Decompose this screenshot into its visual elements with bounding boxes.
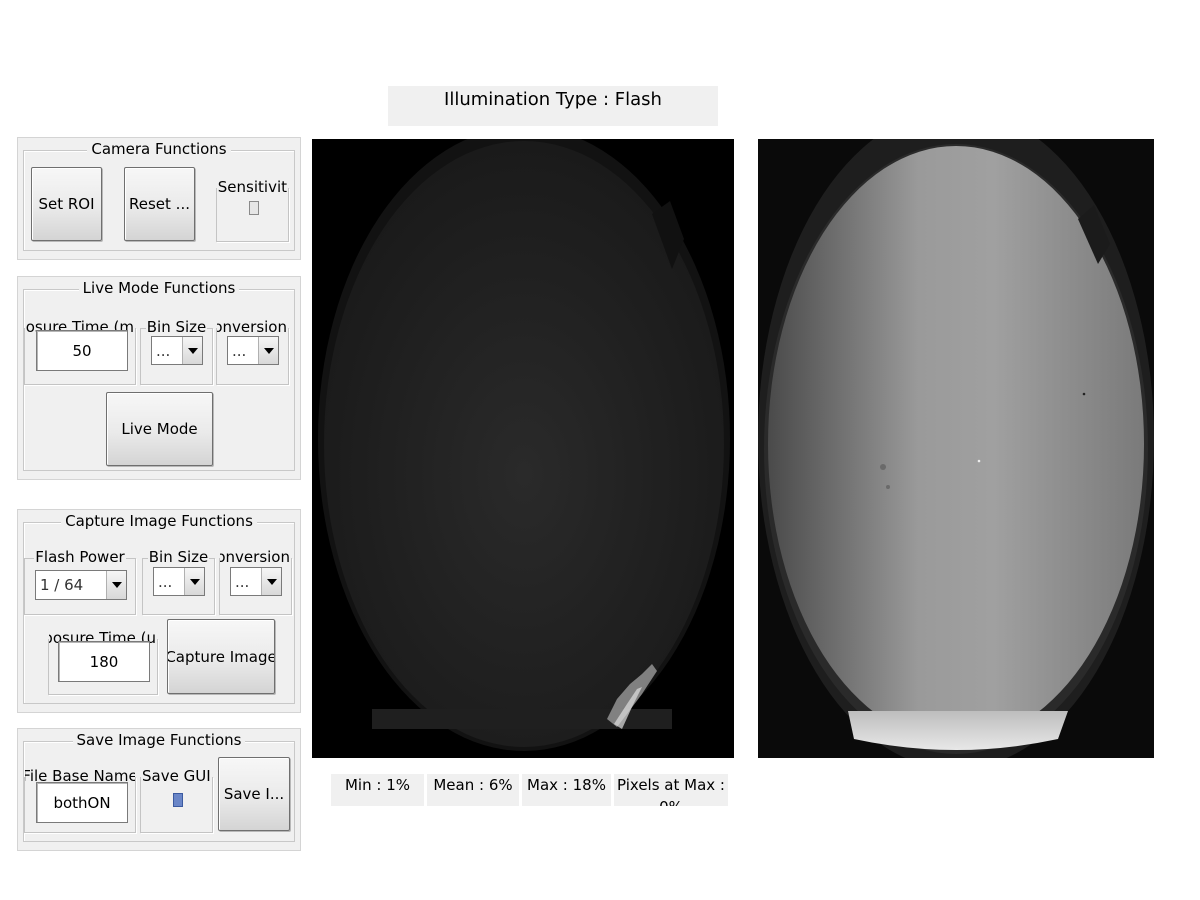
stat-mean: Mean : 6%	[427, 774, 519, 806]
stat-max: Max : 18%	[522, 774, 611, 806]
live-bin-size-group: Bin Size ...	[140, 318, 213, 385]
save-image-functions-panel: Save Image Functions File Base Name both…	[17, 728, 301, 851]
flash-power-select[interactable]: 1 / 64	[35, 570, 127, 600]
save-image-label: Save I...	[223, 785, 285, 803]
capture-image-label: Capture Image	[167, 647, 275, 666]
file-base-name-input[interactable]: bothON	[36, 782, 128, 823]
live-bin-size-select[interactable]: ...	[151, 336, 203, 365]
live-exposure-input[interactable]: 50	[36, 330, 128, 371]
live-image-viewer[interactable]	[312, 139, 734, 758]
capture-exposure-group: xposure Time (u 180	[48, 629, 158, 695]
sensitivity-checkbox[interactable]	[249, 201, 259, 215]
stat-min: Min : 1%	[331, 774, 424, 806]
set-roi-button[interactable]: Set ROI	[31, 167, 102, 241]
stat-pixels-at-max: Pixels at Max : 0%	[614, 774, 728, 806]
flash-power-group: Flash Power 1 / 64	[24, 548, 136, 615]
live-mode-button[interactable]: Live Mode	[106, 392, 213, 466]
set-roi-label: Set ROI	[38, 195, 95, 213]
save-gui-group: Save GUI	[140, 767, 213, 833]
live-mode-functions-panel: Live Mode Functions posure Time (m 50 Bi…	[17, 276, 301, 480]
live-conversion-label: Conversion	[217, 318, 288, 336]
live-bin-size-label: Bin Size	[145, 318, 208, 336]
capture-bin-size-group: Bin Size ...	[142, 548, 215, 615]
chevron-down-icon[interactable]	[182, 337, 202, 364]
save-gui-label: Save GUI	[141, 767, 212, 785]
camera-functions-panel: Camera Functions Set ROI Reset ... R Sen…	[17, 137, 301, 260]
capture-bin-size-label: Bin Size	[147, 548, 210, 566]
capture-conversion-select[interactable]: ...	[230, 567, 282, 596]
flash-power-label: Flash Power	[34, 548, 126, 566]
sensitivity-group: R Sensitivit	[216, 178, 289, 242]
reset-label: Reset ...	[129, 195, 190, 213]
capture-bin-size-select[interactable]: ...	[153, 567, 205, 596]
save-image-button[interactable]: Save I...	[218, 757, 290, 831]
live-mode-functions-title: Live Mode Functions	[78, 279, 240, 297]
reset-roi-button[interactable]: Reset ...	[124, 167, 195, 241]
chevron-down-icon[interactable]	[106, 571, 126, 599]
camera-functions-title: Camera Functions	[87, 140, 231, 158]
captured-image-viewer[interactable]	[758, 139, 1154, 758]
capture-conversion-group: Conversion ...	[219, 548, 292, 615]
sensitivity-label: R Sensitivit	[217, 178, 288, 196]
capture-conversion-label: Conversion	[220, 548, 291, 566]
chevron-down-icon[interactable]	[261, 568, 281, 595]
save-gui-checkbox[interactable]	[173, 793, 183, 807]
illumination-type-text: Illumination Type : Flash	[444, 89, 662, 110]
capture-image-functions-title: Capture Image Functions	[61, 512, 257, 530]
capture-image-functions-panel: Capture Image Functions Flash Power 1 / …	[17, 509, 301, 713]
chevron-down-icon[interactable]	[258, 337, 278, 364]
live-image	[318, 139, 730, 751]
live-conversion-select[interactable]: ...	[227, 336, 279, 365]
save-image-functions-title: Save Image Functions	[72, 731, 246, 749]
file-base-name-group: File Base Name bothON	[24, 767, 136, 833]
live-mode-label: Live Mode	[121, 420, 198, 438]
captured-image	[758, 139, 1154, 758]
capture-exposure-input[interactable]: 180	[58, 641, 150, 682]
chevron-down-icon[interactable]	[184, 568, 204, 595]
illumination-type-label: Illumination Type : Flash	[388, 86, 718, 126]
capture-image-button[interactable]: Capture Image	[167, 619, 275, 694]
live-conversion-group: Conversion ...	[216, 318, 289, 385]
live-exposure-group: posure Time (m 50	[24, 318, 136, 385]
